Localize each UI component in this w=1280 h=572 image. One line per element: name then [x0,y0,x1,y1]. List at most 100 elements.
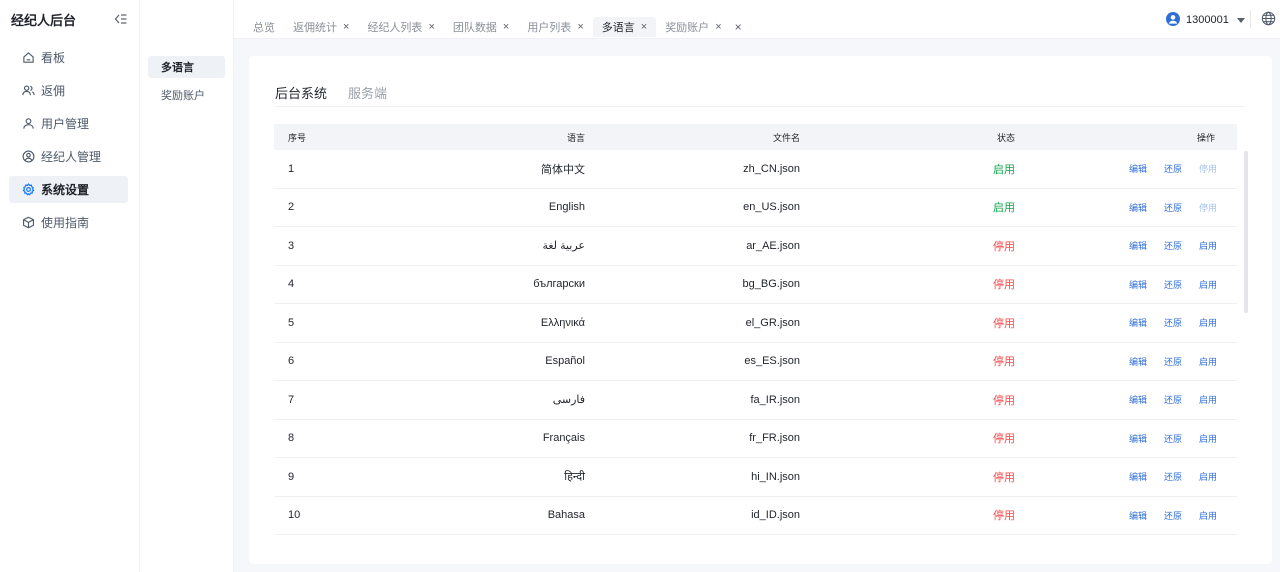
user-menu[interactable]: 1300001 [1166,10,1245,30]
table-body: 1 简体中文 zh_CN.json 启用 编辑 还原 停用 2 English en_US.jso… [274,150,1237,535]
restore-button[interactable]: 还原 [1164,509,1182,522]
table-row: 10 Bahasa id_ID.json 停用 编辑 还原 启用 [274,497,1237,535]
cell-ops: 编辑 还原 启用 [1015,355,1237,368]
cell-file: ar_AE.json [746,239,800,252]
edit-button[interactable]: 编辑 [1129,355,1147,368]
tab-user-list[interactable]: 用户列表 × [518,17,592,37]
tab-overview[interactable]: 总览 [244,17,284,37]
cell-language: فارسی [552,394,585,407]
tab-label: 经纪人列表 [367,22,423,34]
enable-button[interactable]: 启用 [1199,509,1217,522]
header-ops: 操作 [1196,132,1215,143]
sidebar: 经纪人后台 看板 返佣 用户管理 经纪人管理 系统设置 使用指南 [0,0,140,572]
collapse-sidebar-icon[interactable] [113,12,127,26]
subnav-item-reward-account[interactable]: 奖励账户 [148,84,225,106]
cell-index: 8 [288,432,295,445]
cell-index: 4 [288,278,295,291]
close-icon[interactable]: × [641,21,647,33]
cell-ops: 编辑 还原 启用 [1015,509,1237,522]
tab-backend-system[interactable]: 后台系统 [275,78,327,106]
status-badge: 停用 [993,510,1015,523]
tab-label: 返佣统计 [293,22,337,34]
close-icon[interactable]: × [715,21,721,33]
table-scrollbar[interactable] [1244,151,1248,313]
menu-item-guide[interactable]: 使用指南 [9,209,128,236]
tab-rebate-stats[interactable]: 返佣统计 × [284,17,358,37]
cell-file: es_ES.json [744,355,800,368]
enable-button[interactable]: 启用 [1199,316,1217,329]
menu-item-label: 系统设置 [41,183,90,197]
tab-languages[interactable]: 多语言 × [592,17,657,37]
restore-button[interactable]: 还原 [1164,201,1182,214]
table-row: 2 English en_US.json 启用 编辑 还原 停用 [274,189,1237,227]
tab-label: 总览 [253,22,275,34]
restore-button[interactable]: 还原 [1164,278,1182,291]
tab-reward-account[interactable]: 奖励账户 × [656,17,730,37]
enable-button[interactable]: 启用 [1199,239,1217,252]
cell-index: 2 [288,201,295,214]
enable-button[interactable]: 启用 [1199,432,1217,445]
edit-button[interactable]: 编辑 [1129,162,1147,175]
enable-button[interactable]: 启用 [1199,393,1217,406]
close-all-tabs-icon[interactable]: × [735,20,742,34]
close-icon[interactable]: × [343,21,349,33]
menu-item-dashboard[interactable]: 看板 [9,44,128,71]
menu-item-broker-management[interactable]: 经纪人管理 [9,143,128,170]
menu-item-system-settings[interactable]: 系统设置 [9,176,128,203]
globe-icon[interactable] [1261,11,1277,27]
cell-ops: 编辑 还原 启用 [1015,470,1237,483]
cell-language: български [533,278,585,291]
restore-button[interactable]: 还原 [1164,162,1182,175]
edit-button[interactable]: 编辑 [1129,432,1147,445]
edit-button[interactable]: 编辑 [1129,239,1147,252]
enable-button[interactable]: 启用 [1199,470,1217,483]
chevron-down-icon [1236,17,1245,23]
settings-subnav: 多语言 奖励账户 [140,0,234,572]
brand: 经纪人后台 [0,0,139,38]
edit-button[interactable]: 编辑 [1129,278,1147,291]
cell-file: zh_CN.json [743,162,800,175]
enable-button[interactable]: 启用 [1199,355,1217,368]
tab-server[interactable]: 服务端 [348,78,387,106]
status-badge: 停用 [993,433,1015,446]
header-status: 状态 [996,132,1015,143]
tab-team-data[interactable]: 团队数据 × [444,17,518,37]
restore-button[interactable]: 还原 [1164,316,1182,329]
menu-item-rebate[interactable]: 返佣 [9,77,128,104]
close-icon[interactable]: × [428,21,434,33]
restore-button[interactable]: 还原 [1164,393,1182,406]
enable-button[interactable]: 启用 [1199,278,1217,291]
table-row: 7 فارسی fa_IR.json 停用 编辑 还原 启用 [274,381,1237,420]
cell-ops: 编辑 还原 启用 [1015,432,1237,445]
box-icon [21,216,35,230]
restore-button[interactable]: 还原 [1164,355,1182,368]
status-badge: 停用 [993,356,1015,369]
edit-button[interactable]: 编辑 [1129,470,1147,483]
menu-item-label: 返佣 [41,84,66,98]
edit-button[interactable]: 编辑 [1129,201,1147,214]
table-row: 3 عربية لغة ar_AE.json 停用 编辑 还原 启用 [274,227,1237,266]
close-icon[interactable]: × [503,21,509,33]
cell-ops: 编辑 还原 启用 [1015,278,1237,291]
cell-file: hi_IN.json [751,470,800,483]
restore-button[interactable]: 还原 [1164,470,1182,483]
close-icon[interactable]: × [577,21,583,33]
edit-button[interactable]: 编辑 [1129,509,1147,522]
table-row: 1 简体中文 zh_CN.json 启用 编辑 还原 停用 [274,150,1237,189]
restore-button[interactable]: 还原 [1164,239,1182,252]
cell-file: en_US.json [743,201,800,214]
status-badge: 停用 [993,279,1015,292]
menu-item-label: 用户管理 [41,117,90,131]
menu-item-user-management[interactable]: 用户管理 [9,110,128,137]
edit-button[interactable]: 编辑 [1129,316,1147,329]
status-badge: 启用 [993,202,1015,215]
tab-label: 多语言 [601,22,635,34]
cell-language: हिन्दी [564,471,585,484]
restore-button[interactable]: 还原 [1164,432,1182,445]
subnav-item-languages[interactable]: 多语言 [148,56,225,78]
status-badge: 停用 [993,317,1015,330]
tab-broker-list[interactable]: 经纪人列表 × [358,17,443,37]
cell-language: Ελληνικά [540,316,585,329]
edit-button[interactable]: 编辑 [1129,393,1147,406]
home-icon [21,51,35,65]
